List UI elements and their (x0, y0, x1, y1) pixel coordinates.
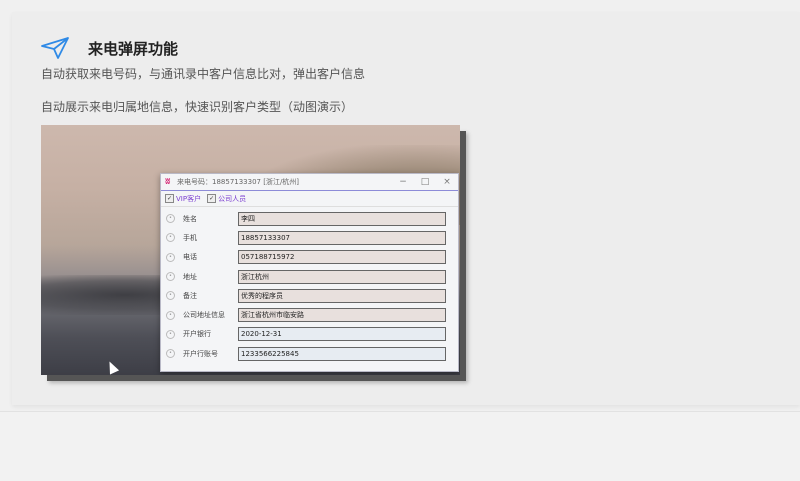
popup-title: 来电号码：18857133307 [浙江/杭州] (177, 178, 300, 186)
section-title: 来电弹屏功能 (88, 40, 179, 58)
close-button[interactable]: × (436, 177, 458, 187)
field-icon: • (166, 252, 175, 262)
section-description-demo: 自动展示来电归属地信息，快速识别客户类型（动图演示） (41, 100, 354, 114)
field-row-address: • 地址 浙江杭州 (161, 267, 458, 286)
mouse-cursor-icon (104, 359, 120, 375)
field-row-phone: • 电话 057188715972 (161, 248, 458, 267)
paper-plane-icon (41, 37, 69, 59)
field-icon: • (166, 291, 175, 301)
customer-type-checkboxes: ✓ VIP客户 ✓ 公司人员 (161, 191, 458, 207)
staff-checkbox[interactable]: ✓ 公司人员 (207, 194, 246, 204)
field-row-bank: • 开户银行 2020-12-31 (161, 325, 458, 344)
field-row-company-address: • 公司地址信息 浙江省杭州市临安路 (161, 305, 458, 324)
address-field[interactable]: 浙江杭州 (238, 269, 446, 284)
checkbox-check-icon: ✓ (165, 194, 174, 203)
footer-area (0, 411, 800, 481)
vip-checkbox[interactable]: ✓ VIP客户 (165, 194, 201, 204)
phone-field[interactable]: 057188715972 (238, 250, 446, 265)
account-field[interactable]: 1233566225845 (238, 346, 446, 361)
caller-popup-window[interactable]: ʬ 来电号码：18857133307 [浙江/杭州] − □ × ✓ VIP客户 … (160, 173, 459, 372)
maximize-button[interactable]: □ (414, 177, 436, 187)
field-row-mobile: • 手机 18857133307 (161, 228, 458, 247)
field-row-note: • 备注 优秀的程序员 (161, 286, 458, 305)
field-icon: • (166, 329, 175, 339)
field-icon: • (166, 272, 175, 282)
field-icon: • (166, 349, 175, 359)
app-logo-icon: ʬ (165, 177, 171, 187)
name-field[interactable]: 李四 (238, 211, 446, 226)
mobile-field[interactable]: 18857133307 (238, 230, 446, 245)
field-row-name: • 姓名 李四 (161, 209, 458, 228)
field-icon: • (166, 233, 175, 243)
field-icon: • (166, 214, 175, 224)
section-description: 自动获取来电号码，与通讯录中客户信息比对，弹出客户信息 (41, 67, 366, 81)
bank-field[interactable]: 2020-12-31 (238, 327, 446, 342)
note-field[interactable]: 优秀的程序员 (238, 288, 446, 303)
field-row-account: • 开户行账号 1233566225845 (161, 344, 458, 363)
checkbox-check-icon: ✓ (207, 194, 217, 203)
field-icon: • (166, 310, 175, 320)
popup-titlebar[interactable]: ʬ 来电号码：18857133307 [浙江/杭州] − □ × (161, 174, 458, 191)
minimize-button[interactable]: − (392, 177, 414, 187)
demo-animation: ʬ 来电号码：18857133307 [浙江/杭州] − □ × ✓ VIP客户 … (41, 125, 460, 375)
contact-fields: • 姓名 李四 • 手机 18857133307 • 电话 0571887159… (161, 207, 458, 363)
company-address-field[interactable]: 浙江省杭州市临安路 (238, 308, 446, 323)
